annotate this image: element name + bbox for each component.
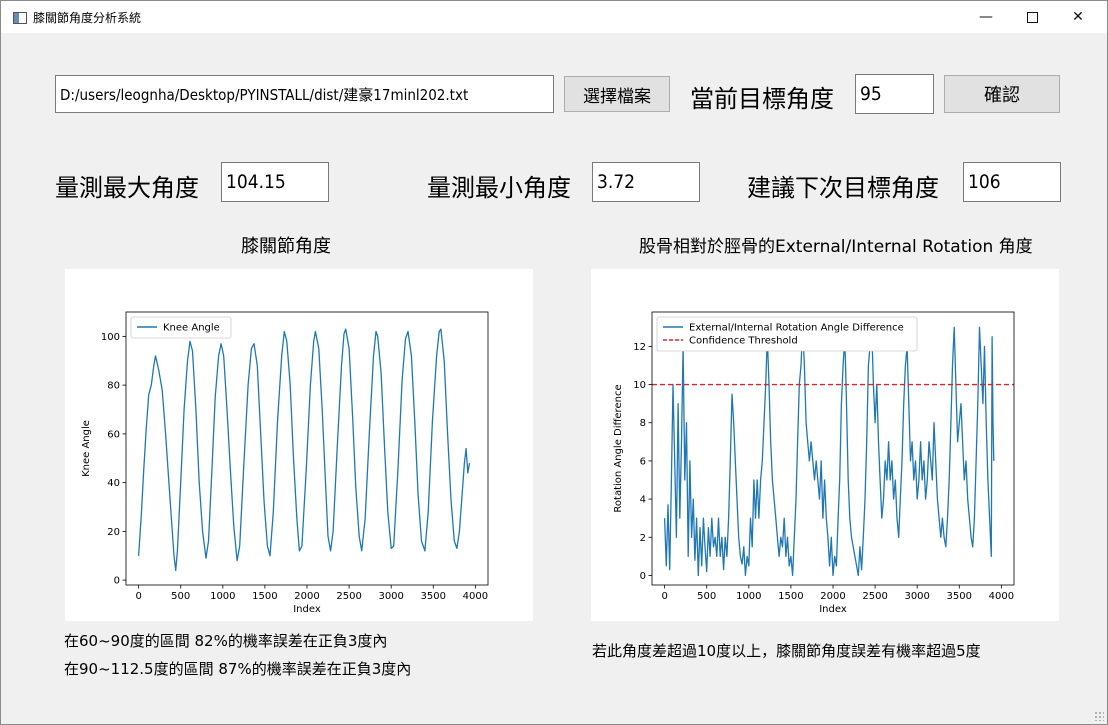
close-button[interactable]: ✕ (1055, 1, 1101, 33)
min-angle-input[interactable]: 3.72 (592, 162, 700, 202)
x-tick-label: 4000 (989, 591, 1014, 602)
axes-frame (651, 311, 1015, 586)
main-window: 膝關節角度分析系統 — ✕ D:/users/leognha/Desktop/P… (0, 0, 1108, 725)
rotation-plot: 0 500 1000 1500 2000 2500 3000 3500 4000 0 2 4 6 8 10 1… (613, 311, 1015, 615)
y-tick-label: 60 (107, 429, 120, 440)
x-tick-label: 3500 (421, 591, 446, 602)
y-tick-label: 10 (633, 380, 646, 391)
x-tick-label: 2000 (820, 591, 845, 602)
target-angle-label: 當前目標角度 (690, 85, 834, 113)
right-chart-title: 股骨相對於脛骨的External/Internal Rotation 角度 (639, 237, 1033, 257)
y-tick-label: 2 (640, 533, 646, 544)
y-tick-label: 6 (640, 456, 646, 467)
data-line (137, 328, 471, 572)
target-angle-input[interactable]: 95 (855, 74, 934, 114)
y-tick-label: 100 (101, 332, 120, 343)
next-target-label: 建議下次目標角度 (747, 174, 939, 202)
legend-label: External/Internal Rotation Angle Differe… (689, 323, 904, 334)
x-tick-label: 500 (171, 591, 190, 602)
data-line (663, 326, 995, 577)
x-tick-label: 1500 (778, 591, 803, 602)
y-tick-label: 80 (107, 381, 120, 392)
y-axis-label: Rotation Angle Difference (613, 384, 624, 512)
legend-threshold-label: Confidence Threshold (689, 336, 798, 347)
title-bar[interactable]: 膝關節角度分析系統 — ✕ (1, 1, 1107, 33)
x-tick-label: 2500 (336, 591, 361, 602)
y-tick-label: 12 (633, 342, 646, 353)
next-target-input[interactable]: 106 (963, 162, 1061, 202)
left-note-1: 在60~90度的區間 82%的機率誤差在正負3度內 (64, 632, 388, 650)
x-tick-label: 2000 (294, 591, 319, 602)
app-icon (13, 12, 27, 24)
maximize-button[interactable] (1009, 1, 1055, 33)
x-tick-label: 500 (697, 591, 716, 602)
x-tick-label: 0 (135, 591, 141, 602)
max-angle-label: 量測最大角度 (55, 174, 199, 202)
rotation-chart: 0 500 1000 1500 2000 2500 3000 3500 4000 0 2 4 6 8 10 1… (591, 269, 1059, 621)
x-tick-label: 1500 (252, 591, 277, 602)
x-tick-label: 4000 (463, 591, 488, 602)
knee-angle-chart: 0 500 1000 1500 2000 2500 3000 3500 4000 0 20 40 60 8… (65, 269, 533, 621)
minimize-button[interactable]: — (963, 1, 1009, 33)
x-tick-label: 0 (661, 591, 667, 602)
x-tick-label: 3000 (378, 591, 403, 602)
legend-label: Knee Angle (163, 323, 220, 334)
x-axis-label: Index (293, 604, 321, 615)
x-tick-label: 3000 (904, 591, 929, 602)
x-tick-label: 1000 (210, 591, 235, 602)
x-tick-label: 3500 (947, 591, 972, 602)
x-tick-label: 2500 (862, 591, 887, 602)
max-angle-input[interactable]: 104.15 (221, 162, 329, 202)
y-tick-label: 8 (640, 418, 646, 429)
file-path-input[interactable]: D:/users/leognha/Desktop/PYINSTALL/dist/… (55, 75, 554, 113)
y-axis-label: Knee Angle (81, 420, 92, 477)
right-note: 若此角度差超過10度以上，膝關節角度誤差有機率超過5度 (592, 642, 981, 660)
knee-angle-plot: 0 500 1000 1500 2000 2500 3000 3500 4000 0 20 40 60 8… (81, 311, 489, 615)
maximize-icon (1026, 11, 1038, 23)
choose-file-button[interactable]: 選擇檔案 (564, 76, 670, 112)
y-tick-label: 4 (640, 495, 646, 506)
confirm-button[interactable]: 確認 (944, 75, 1060, 113)
y-tick-label: 20 (107, 527, 120, 538)
x-tick-label: 1000 (736, 591, 761, 602)
left-note-2: 在90~112.5度的區間 87%的機率誤差在正負3度內 (64, 660, 412, 678)
y-tick-label: 40 (107, 478, 120, 489)
min-angle-label: 量測最小角度 (427, 174, 571, 202)
x-axis-label: Index (819, 604, 847, 615)
y-tick-label: 0 (114, 576, 120, 587)
resize-grip[interactable] (1094, 711, 1104, 721)
y-tick-label: 0 (640, 571, 646, 582)
window-title: 膝關節角度分析系統 (33, 11, 142, 25)
left-chart-title: 膝關節角度 (241, 236, 331, 257)
